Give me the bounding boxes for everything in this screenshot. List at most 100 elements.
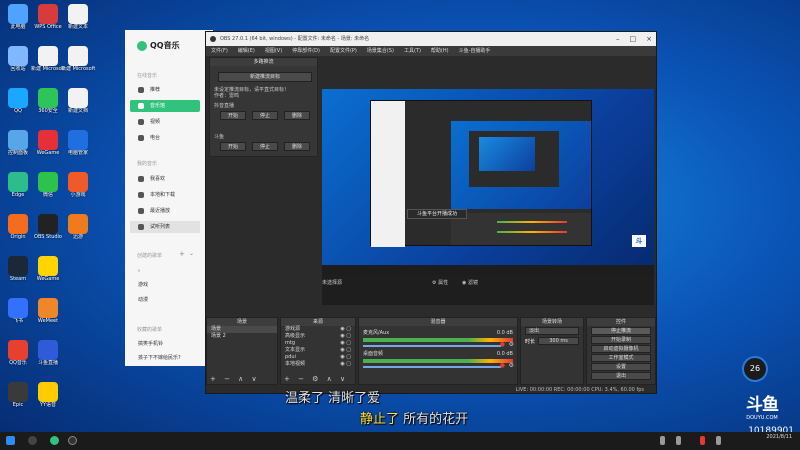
- source-item[interactable]: 本地视频 ◉ ▢: [281, 361, 355, 368]
- qq-music-window[interactable]: QQ音乐 在线音乐 我的音乐 创建的歌单 + ⌄ 收藏的歌单 推荐 音乐馆 视频 电台…: [125, 30, 213, 366]
- desktop-icon[interactable]: 新建文档: [61, 88, 95, 115]
- nav-item[interactable]: 试听列表: [130, 221, 200, 233]
- add-playlist-button[interactable]: +: [179, 250, 185, 258]
- source-item[interactable]: 文本显示 ◉ ▢: [281, 347, 355, 354]
- tray-up-icon[interactable]: [660, 436, 665, 445]
- desktop-icon[interactable]: 新建文本: [61, 4, 95, 31]
- desktop-icon[interactable]: QQ: [1, 88, 35, 115]
- control-button[interactable]: 工作室模式: [591, 354, 651, 362]
- nav-item[interactable]: 最近播放: [130, 205, 200, 217]
- desktop-icon[interactable]: 新建 Microsoft: [61, 46, 95, 73]
- desktop-icon[interactable]: 此电脑: [1, 4, 35, 31]
- desktop-icon[interactable]: Steam: [1, 256, 35, 283]
- gear-icon[interactable]: ⚙: [509, 362, 514, 369]
- menu-item[interactable]: 视图(V): [265, 46, 282, 56]
- target-a-delete-button[interactable]: 删除: [284, 111, 310, 120]
- target-b-start-button[interactable]: 开始: [220, 142, 246, 151]
- close-icon[interactable]: ×: [646, 32, 652, 46]
- control-button[interactable]: 开始录制: [591, 336, 651, 344]
- menu-item[interactable]: 停靠部件(D): [292, 46, 320, 56]
- desktop-icon[interactable]: 飞书: [1, 298, 35, 325]
- menu-item[interactable]: 斗鱼-自播助手: [459, 46, 491, 56]
- desktop-icon[interactable]: YY语音: [31, 382, 65, 409]
- menu-item[interactable]: 文件(F): [211, 46, 228, 56]
- target-b-stop-button[interactable]: 停止: [252, 142, 278, 151]
- desktop-icon[interactable]: 360安全: [31, 88, 65, 115]
- playlist-item[interactable]: 孩子下不嫁给民乐?: [130, 352, 200, 364]
- control-button[interactable]: 设置: [591, 363, 651, 371]
- properties-button[interactable]: ⚙ 属性: [432, 279, 448, 286]
- mute-icon[interactable]: ●: [500, 362, 505, 369]
- desktop-icon[interactable]: 斗鱼直播: [31, 340, 65, 367]
- target-b-delete-button[interactable]: 删除: [284, 142, 310, 151]
- minimize-icon[interactable]: –: [616, 32, 620, 46]
- playlist-item[interactable]: 搞笑手机铃: [130, 338, 200, 350]
- new-stream-target-button[interactable]: 新建推流目标: [218, 72, 312, 82]
- control-button[interactable]: 停止推流: [591, 327, 651, 335]
- source-item[interactable]: mtg ◉ ▢: [281, 340, 355, 347]
- volume-icon[interactable]: [716, 436, 721, 445]
- nav-item[interactable]: 推荐: [130, 84, 200, 96]
- scene-item[interactable]: 场景 2: [207, 333, 277, 340]
- desktop-icon[interactable]: 新建 Microsoft: [31, 46, 65, 73]
- menu-item[interactable]: 编辑(E): [238, 46, 255, 56]
- obs-window[interactable]: OBS 27.0.1 (64 bit, windows) - 配置文件: 未命名…: [205, 31, 657, 394]
- desktop-icon[interactable]: 微信: [31, 172, 65, 199]
- collapse-playlists-icon[interactable]: ⌄: [189, 250, 194, 257]
- desktop-icon[interactable]: WeGame: [31, 130, 65, 157]
- menu-item[interactable]: 工具(T): [404, 46, 421, 56]
- desktop-icon[interactable]: WeGame: [31, 256, 65, 283]
- sources-panel-toolbar[interactable]: + − ⚙ ∧ ∨: [284, 375, 348, 383]
- source-item[interactable]: 游戏源 ◉ ▢: [281, 326, 355, 333]
- mute-icon[interactable]: ●: [500, 341, 505, 348]
- desktop-icon[interactable]: Epic: [1, 382, 35, 409]
- desktop-icon[interactable]: Origin: [1, 214, 35, 241]
- volume-slider[interactable]: [363, 345, 501, 347]
- desktop-icon[interactable]: WeMeet: [31, 298, 65, 325]
- maximize-icon[interactable]: □: [630, 32, 637, 46]
- scene-item[interactable]: 场景: [207, 326, 277, 333]
- control-button[interactable]: 启动虚拟摄像机: [591, 345, 651, 353]
- nav-item[interactable]: 音乐馆: [130, 100, 200, 112]
- source-item[interactable]: 高级显示 ◉ ▢: [281, 333, 355, 340]
- desktop-icon[interactable]: WPS Office: [31, 4, 65, 31]
- tray-app-icon[interactable]: [700, 436, 705, 445]
- target-a-stop-button[interactable]: 停止: [252, 111, 278, 120]
- search-icon[interactable]: [28, 436, 37, 445]
- obs-taskbar-icon[interactable]: [68, 436, 77, 445]
- nav-item[interactable]: 视频: [130, 116, 200, 128]
- playlist-item[interactable]: 游戏: [130, 279, 200, 291]
- eye-lock-icon[interactable]: ◉ ▢: [340, 354, 351, 361]
- desktop-icon[interactable]: Edge: [1, 172, 35, 199]
- nav-item[interactable]: 本地和下载: [130, 189, 200, 201]
- desktop-icon[interactable]: 回收站: [1, 46, 35, 73]
- eye-lock-icon[interactable]: ◉ ▢: [340, 326, 351, 333]
- playlist-item[interactable]: 动漫: [130, 294, 200, 306]
- desktop-icon[interactable]: QQ音乐: [1, 340, 35, 367]
- desktop-icon[interactable]: 迅游: [61, 214, 95, 241]
- nav-item[interactable]: 我喜欢: [130, 173, 200, 185]
- scenes-panel-toolbar[interactable]: + − ∧ ∨: [210, 375, 260, 383]
- menu-item[interactable]: 帮助(H): [431, 46, 449, 56]
- gear-icon[interactable]: ⚙: [509, 341, 514, 348]
- control-button[interactable]: 退出: [591, 372, 651, 380]
- volume-slider[interactable]: [363, 366, 501, 368]
- desktop-icon[interactable]: 控制面板: [1, 130, 35, 157]
- obs-preview[interactable]: 斗鱼平台开播成功 斗 未选择源 ⚙ 属性 ◉ 滤镜: [322, 89, 654, 305]
- filters-button[interactable]: ◉ 滤镜: [462, 279, 478, 286]
- duration-input[interactable]: 300 ms: [538, 337, 579, 345]
- menu-item[interactable]: 配置文件(P): [330, 46, 357, 56]
- eye-lock-icon[interactable]: ◉ ▢: [340, 347, 351, 354]
- transition-type-select[interactable]: 淡出: [525, 327, 579, 335]
- eye-lock-icon[interactable]: ◉ ▢: [340, 361, 351, 368]
- target-a-start-button[interactable]: 开始: [220, 111, 246, 120]
- qq-music-taskbar-icon[interactable]: [50, 436, 59, 445]
- source-item[interactable]: pdui ◉ ▢: [281, 354, 355, 361]
- desktop-icon[interactable]: 小游戏: [61, 172, 95, 199]
- desktop-icon[interactable]: OBS Studio: [31, 214, 65, 241]
- network-icon[interactable]: [676, 436, 681, 445]
- desktop-icon[interactable]: 电脑管家: [61, 130, 95, 157]
- eye-lock-icon[interactable]: ◉ ▢: [340, 340, 351, 347]
- menu-item[interactable]: 场景集合(S): [367, 46, 394, 56]
- eye-lock-icon[interactable]: ◉ ▢: [340, 333, 351, 340]
